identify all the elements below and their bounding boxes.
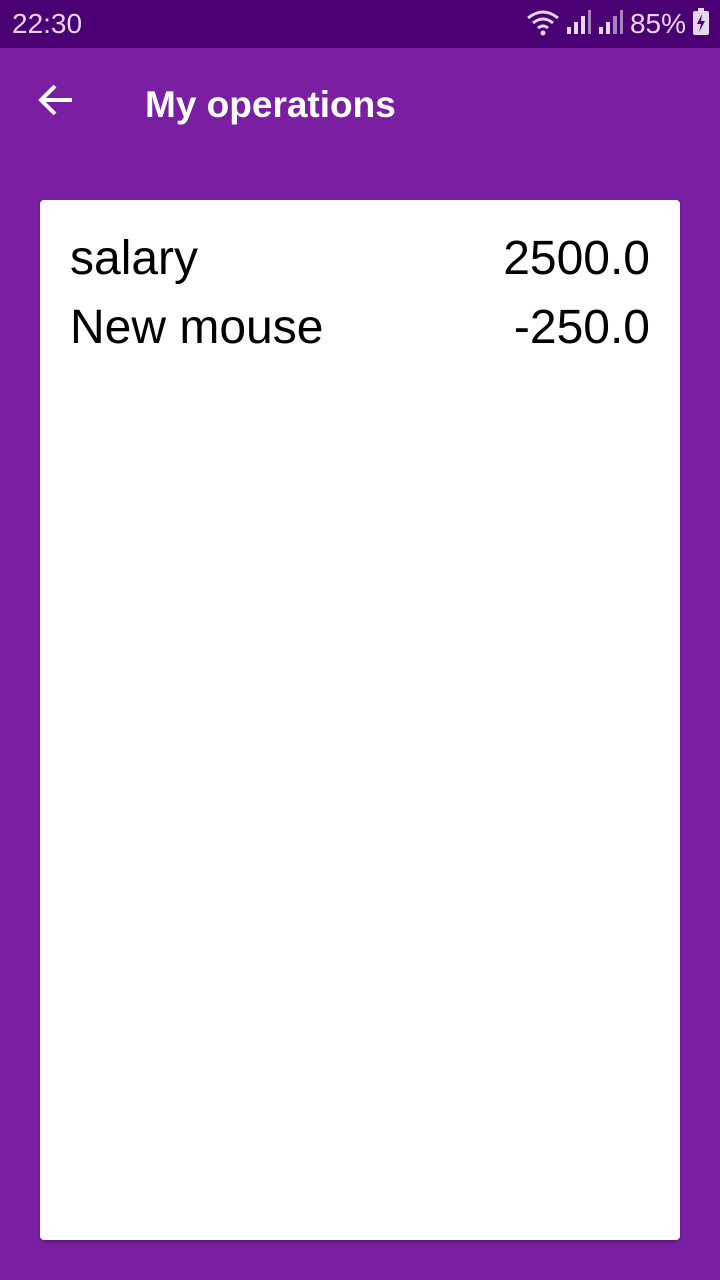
signal-icon <box>566 9 592 40</box>
status-time: 22:30 <box>12 8 83 39</box>
status-icons: 85% <box>526 6 710 42</box>
battery-percentage: 85% <box>629 8 686 39</box>
battery-charging-icon <box>692 7 710 41</box>
operation-name: salary <box>70 231 199 285</box>
signal-icon <box>598 9 624 40</box>
arrow-left-icon <box>38 82 74 123</box>
operation-name: New mouse <box>70 300 324 354</box>
wifi-icon <box>526 8 560 41</box>
operation-amount: -250.0 <box>513 300 650 354</box>
app-bar: My operations <box>0 48 720 160</box>
list-item[interactable]: New mouse -250.0 <box>70 295 650 359</box>
list-item[interactable]: salary 2500.0 <box>70 226 650 290</box>
operation-amount: 2500.0 <box>503 231 650 285</box>
status-bar: 22:30 85% <box>0 0 720 48</box>
page-title: My operations <box>145 84 396 125</box>
operations-list: salary 2500.0 New mouse -250.0 <box>40 200 680 1240</box>
back-button[interactable] <box>24 70 88 134</box>
